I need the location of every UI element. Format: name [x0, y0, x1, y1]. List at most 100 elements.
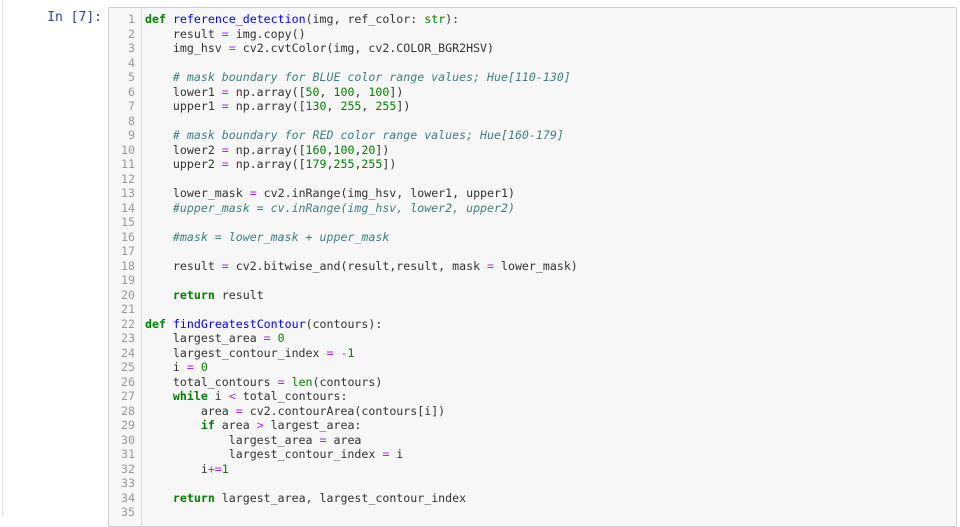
- line-number: 18: [121, 258, 135, 273]
- code-line[interactable]: 5 # mask boundary for BLUE color range v…: [109, 70, 956, 85]
- code-token: ]): [389, 84, 404, 99]
- line-number: 1: [128, 12, 135, 26]
- code-token: 100: [368, 84, 390, 99]
- line-number: 7: [128, 99, 135, 113]
- code-token: =: [221, 142, 229, 157]
- code-token: >: [256, 418, 264, 432]
- code-token: largest_area: [145, 331, 264, 345]
- code-line[interactable]: 22 def findGreatestContour(contours):: [109, 317, 956, 332]
- code-line[interactable]: 18 result = cv2.bitwise_and(result,resul…: [109, 259, 956, 274]
- code-token: largest_contour_index: [145, 345, 327, 360]
- code-token: (img, ref_color:: [305, 12, 425, 26]
- line-number: 22: [121, 316, 135, 331]
- code-text: lower1 = np.array([50, 100, 100]): [145, 85, 403, 100]
- code-token: 50: [305, 84, 320, 99]
- code-token: ):: [445, 12, 460, 26]
- code-line[interactable]: 21: [109, 302, 956, 317]
- code-line[interactable]: 34 return largest_area, largest_contour_…: [109, 491, 956, 506]
- code-line[interactable]: 29 if area > largest_area:: [109, 418, 956, 433]
- code-token: ,: [361, 99, 376, 113]
- code-line[interactable]: 14 #upper_mask = cv.inRange(img_hsv, low…: [109, 201, 956, 216]
- code-token: =: [221, 258, 229, 273]
- code-text: largest_contour_index = -1: [145, 345, 355, 361]
- code-text: def findGreatestContour(contours):: [145, 317, 382, 332]
- code-line[interactable]: 3 img_hsv = cv2.cvtColor(img, cv2.COLOR_…: [109, 41, 956, 56]
- line-number: 32: [121, 461, 135, 476]
- code-token: =: [235, 403, 243, 418]
- code-text: # mask boundary for BLUE color range val…: [145, 70, 571, 85]
- code-line[interactable]: 26 total_contours = len(contours): [109, 375, 956, 390]
- code-text: area = cv2.contourArea(contours[i]): [145, 404, 445, 419]
- code-line[interactable]: 31 largest_contour_index = i: [109, 447, 956, 462]
- code-token: str: [424, 12, 446, 26]
- code-line[interactable]: 9 # mask boundary for RED color range va…: [109, 128, 956, 143]
- code-line[interactable]: 11 upper2 = np.array([179,255,255]): [109, 157, 956, 172]
- code-line[interactable]: 23 largest_area = 0: [109, 331, 956, 346]
- code-line[interactable]: 12: [109, 172, 956, 187]
- line-number: 30: [121, 432, 135, 447]
- code-line[interactable]: 28 area = cv2.contourArea(contours[i]): [109, 404, 956, 419]
- code-line[interactable]: 6 lower1 = np.array([50, 100, 100]): [109, 85, 956, 100]
- code-token: lower_mask: [145, 186, 250, 200]
- code-line[interactable]: 16 #mask = lower_mask + upper_mask: [109, 230, 956, 245]
- line-number: 19: [121, 273, 135, 287]
- code-text: lower_mask = cv2.inRange(img_hsv, lower1…: [145, 186, 515, 201]
- code-cell-editor[interactable]: 1 def reference_detection(img, ref_color:…: [108, 7, 957, 527]
- code-line[interactable]: 1 def reference_detection(img, ref_color:…: [109, 12, 956, 27]
- code-line[interactable]: 2 result = img.copy(): [109, 27, 956, 42]
- code-token: 20: [361, 142, 376, 157]
- code-token: #mask = lower_mask + upper_mask: [172, 229, 390, 244]
- code-token: (contours):: [305, 316, 383, 331]
- code-token: def: [145, 12, 166, 26]
- code-token: reference_detection: [172, 12, 306, 26]
- line-number: 3: [128, 41, 135, 55]
- code-line[interactable]: 7 upper1 = np.array([130, 255, 255]): [109, 99, 956, 114]
- code-token: =: [221, 26, 229, 41]
- code-line[interactable]: 8: [109, 114, 956, 129]
- code-line[interactable]: 32 i+=1: [109, 462, 956, 477]
- code-token: =: [228, 41, 236, 55]
- code-line[interactable]: 30 largest_area = area: [109, 433, 956, 448]
- code-token: =: [249, 186, 257, 200]
- code-line[interactable]: 4: [109, 56, 956, 71]
- code-line[interactable]: 27 while i < total_contours:: [109, 389, 956, 404]
- code-line[interactable]: 33: [109, 476, 956, 491]
- code-token: total_contours: [145, 374, 278, 389]
- code-text: total_contours = len(contours): [145, 375, 382, 390]
- code-lines[interactable]: 1 def reference_detection(img, ref_color:…: [109, 12, 956, 520]
- code-token: np.array([: [228, 157, 306, 171]
- line-number: 17: [121, 244, 135, 258]
- code-token: #upper_mask = cv.inRange(img_hsv, lower2…: [172, 200, 515, 215]
- code-text: result = img.copy(): [145, 27, 306, 42]
- line-number: 34: [121, 490, 135, 505]
- code-token: +=: [207, 461, 222, 476]
- code-line[interactable]: 15: [109, 215, 956, 230]
- line-number: 20: [121, 287, 135, 302]
- line-number: 31: [121, 447, 135, 461]
- code-token: 255: [340, 99, 362, 113]
- code-line[interactable]: 20 return result: [109, 288, 956, 303]
- code-token: lower_mask): [494, 258, 578, 273]
- code-line[interactable]: 17: [109, 244, 956, 259]
- code-line[interactable]: 13 lower_mask = cv2.inRange(img_hsv, low…: [109, 186, 956, 201]
- line-number: 29: [121, 418, 135, 432]
- code-token: =: [221, 84, 229, 99]
- code-line[interactable]: 19: [109, 273, 956, 288]
- code-token: =: [487, 258, 495, 273]
- code-token: =: [186, 360, 194, 374]
- line-number: 2: [128, 26, 135, 41]
- code-line[interactable]: 10 lower2 = np.array([160,100,20]): [109, 143, 956, 158]
- line-number: 27: [121, 389, 135, 403]
- code-line[interactable]: 24 largest_contour_index = -1: [109, 346, 956, 361]
- code-line[interactable]: 25 i = 0: [109, 360, 956, 375]
- code-token: <: [228, 389, 236, 403]
- code-token: np.array([: [228, 84, 306, 99]
- code-token: 1: [347, 345, 355, 360]
- code-line[interactable]: 35: [109, 505, 956, 520]
- code-token: findGreatestContour: [172, 316, 306, 331]
- line-number: 23: [121, 331, 135, 345]
